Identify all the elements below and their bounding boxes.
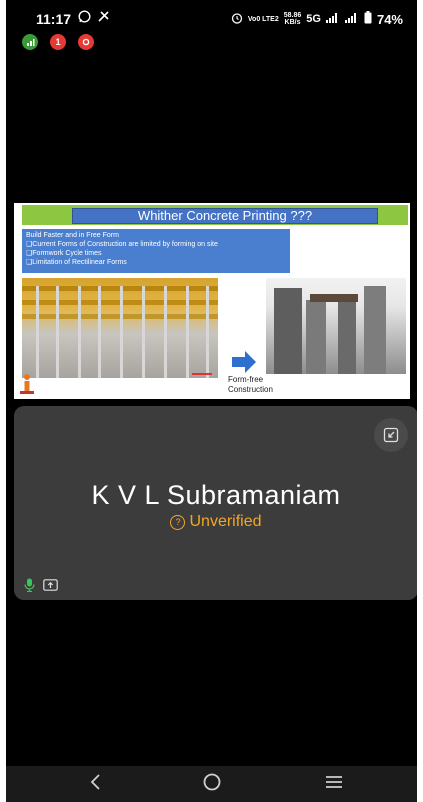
- institute-logo-icon: [20, 374, 34, 394]
- participant-tile[interactable]: K V L Subramaniam ? Unverified: [14, 406, 417, 600]
- question-icon: ?: [170, 515, 186, 530]
- microphone-icon: [24, 578, 35, 597]
- signal-stats-icon: [22, 34, 38, 50]
- printed-structure-photo: [266, 278, 406, 374]
- arrow-right-icon: [232, 351, 256, 373]
- slide-bullet: Build Faster and in Free Form: [26, 232, 119, 239]
- back-icon: [90, 774, 100, 790]
- net-speed: 58.86 KB/s: [283, 12, 302, 26]
- slide-bullet: ❑Formwork Cycle times: [26, 250, 102, 257]
- notification-icons: 1: [22, 34, 94, 50]
- screen-share-icon: [43, 578, 58, 597]
- recents-icon: [326, 776, 342, 788]
- slide-title: Whither Concrete Printing ???: [72, 208, 378, 224]
- tools-icon: [97, 10, 110, 26]
- system-navigation-bar: [6, 766, 417, 802]
- battery-icon: [364, 11, 372, 27]
- status-time: 11:17: [36, 11, 72, 27]
- minimize-button[interactable]: [374, 418, 408, 452]
- alarm-icon: [231, 12, 243, 27]
- phone-screen: 11:17 Vo0 LTE2 58.86 KB/s 5G 74% 1 Whith…: [6, 0, 417, 802]
- volte-label: Vo0 LTE2: [247, 15, 279, 23]
- slide-title-bar: Whither Concrete Printing ???: [22, 205, 408, 225]
- number-one-badge-icon: 1: [50, 34, 66, 50]
- formwork-photo: [22, 278, 218, 378]
- record-icon: [78, 34, 94, 50]
- home-icon: [203, 773, 221, 791]
- whatsapp-icon: [78, 10, 91, 26]
- slide-bullet: ❑Current Forms of Construction are limit…: [26, 241, 218, 248]
- battery-percent: 74%: [376, 11, 403, 27]
- participant-name: K V L Subramaniam: [91, 480, 341, 510]
- minimize-icon: [383, 427, 399, 443]
- shared-screen-slide[interactable]: Whither Concrete Printing ??? Build Fast…: [14, 203, 410, 399]
- slide-caption: Form-free Construction: [228, 375, 273, 394]
- status-bar: 11:17 Vo0 LTE2 58.86 KB/s 5G 74%: [6, 0, 417, 36]
- signal-icon-2: [344, 12, 359, 26]
- home-button[interactable]: [202, 772, 222, 797]
- signal-icon: [325, 12, 340, 26]
- back-button[interactable]: [88, 772, 102, 797]
- recents-button[interactable]: [324, 772, 344, 797]
- slide-bullet: ❑Limitation of Rectilinear Forms: [26, 259, 127, 266]
- network-type: 5G: [306, 13, 321, 25]
- slide-bullet-box: Build Faster and in Free Form ❑Current F…: [22, 229, 290, 273]
- verification-status: ? Unverified: [14, 513, 417, 531]
